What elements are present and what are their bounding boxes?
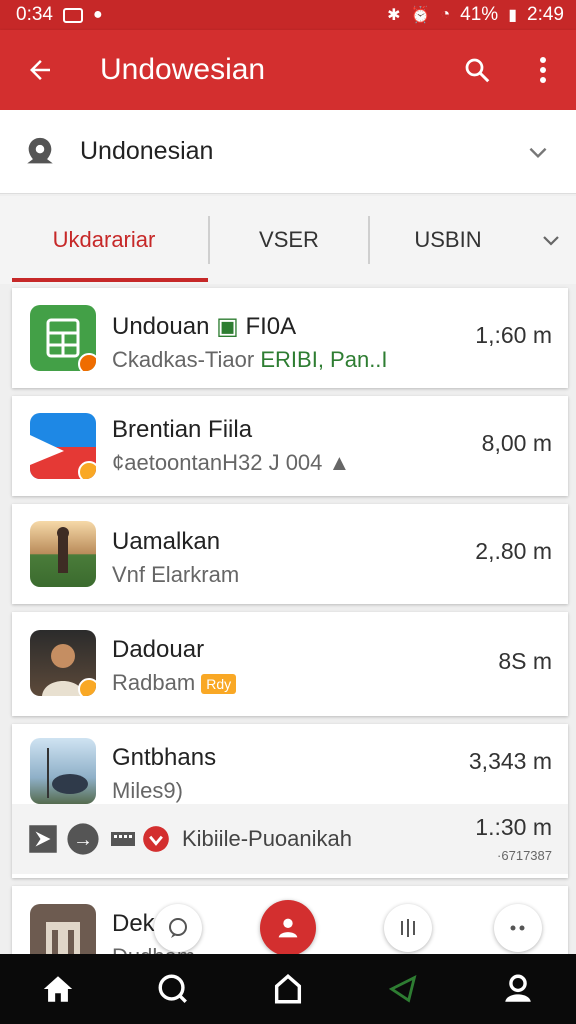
- item-name: Uamalkan: [112, 528, 221, 555]
- nav-home[interactable]: [28, 959, 88, 1019]
- chat-bubble-icon: [169, 918, 187, 938]
- person-icon: [278, 918, 298, 938]
- person-photo: [30, 630, 96, 696]
- list-item[interactable]: Undouan ▣ FI0A Ckadkas-Tiaor ERIBI, Pan.…: [12, 288, 568, 388]
- tab-label: Ukdarariar: [52, 227, 156, 252]
- tab-label: VSER: [259, 227, 319, 252]
- place-photo: [30, 738, 96, 804]
- item-subtitle: ¢aetoontanH32 J 004 ▲: [112, 450, 350, 476]
- item-distance: 8,00 m: [481, 430, 552, 456]
- item-subtitle-a: Radbam: [112, 670, 196, 695]
- badge-icon: [78, 678, 96, 696]
- warning-icon: ▲: [328, 450, 351, 475]
- item-name: Gntbhans: [112, 744, 217, 771]
- item-distance: 2,.80 m: [475, 538, 552, 564]
- badge-icon: [78, 461, 96, 479]
- arrow-back-icon: [30, 60, 50, 80]
- app-thumbnail: [30, 305, 96, 371]
- place-photo: [30, 521, 96, 587]
- transit-icon: →: [67, 823, 99, 855]
- location-selector[interactable]: Undonesian: [0, 110, 576, 194]
- tabs-more-button[interactable]: [526, 196, 576, 284]
- search-icon: [465, 58, 490, 83]
- chevron-down-icon: [543, 236, 559, 246]
- photo-icon: [62, 7, 83, 23]
- nav-search[interactable]: [143, 959, 203, 1019]
- item-subtitle-b: ERIBI, Pan..I: [260, 347, 388, 372]
- directions-icon: [29, 825, 57, 853]
- alarm-icon: ⏰: [410, 7, 431, 24]
- nav-profile[interactable]: [488, 959, 548, 1019]
- monument-icon: [57, 527, 69, 573]
- app-bar: Undowesian: [0, 30, 576, 110]
- list-item[interactable]: Dadouar Radbam Rdy 8S m: [12, 612, 568, 716]
- nav-saved[interactable]: [258, 959, 318, 1019]
- profile-fab-button[interactable]: [260, 900, 316, 956]
- transit-distance: 1.:30 m: [475, 814, 552, 840]
- location-pin-icon: [27, 137, 53, 163]
- list-item[interactable]: Gntbhans Miles9) 3,343 m → Kibiile-Puoan…: [12, 724, 568, 878]
- badge-icon: [78, 353, 96, 371]
- item-subtitle: Miles9): [112, 778, 183, 803]
- transit-row[interactable]: → Kibiile-Puoanikah 1.:30 m ·6717387: [12, 804, 568, 874]
- tab-ukdarariar[interactable]: Ukdarariar: [0, 196, 208, 284]
- page-title: Undowesian: [100, 53, 266, 86]
- bottom-nav-bar: [0, 954, 576, 1024]
- item-subtitle: Vnf Elarkram: [112, 562, 240, 587]
- tab-bar: Ukdarariar VSER USBIN: [0, 196, 576, 284]
- app-thumbnail: [30, 413, 96, 479]
- item-distance: 8S m: [498, 648, 552, 674]
- overflow-menu-button[interactable]: [510, 30, 576, 110]
- status-chip: Rdy: [201, 674, 237, 695]
- back-button[interactable]: [0, 30, 80, 110]
- list-item[interactable]: Brentian Fiila ¢aetoontanH32 J 004 ▲ 8,0…: [12, 396, 568, 496]
- heart-location-icon: [143, 826, 169, 852]
- item-distance: 3,343 m: [468, 748, 552, 774]
- tab-usbin[interactable]: USBIN: [370, 196, 526, 284]
- item-name-suffix: FI0A: [245, 313, 297, 340]
- notification-icon: ●: [92, 6, 103, 23]
- search-icon: [158, 974, 187, 1003]
- bluetooth-icon: ✱: [387, 7, 401, 24]
- transit-subtext: ·6717387: [497, 848, 552, 863]
- item-name: Brentian Fiila: [112, 416, 253, 443]
- item-subtitle-a: Ckadkas-Tiaor: [112, 347, 255, 372]
- account-icon: [505, 974, 532, 1002]
- keyboard-icon: [111, 832, 135, 846]
- svg-text:→: →: [73, 829, 93, 851]
- more-options-button[interactable]: [494, 904, 542, 952]
- list-item[interactable]: Uamalkan Vnf Elarkram 2,.80 m: [12, 504, 568, 604]
- tab-label: USBIN: [414, 227, 482, 252]
- tree-icon: [47, 748, 88, 798]
- navigation-icon: [389, 975, 417, 1003]
- tab-vser[interactable]: VSER: [210, 196, 368, 284]
- search-button[interactable]: [444, 30, 510, 110]
- wifi-icon: ◔: [440, 6, 451, 23]
- bookmark-icon: [274, 973, 302, 1004]
- floating-actions: [0, 900, 576, 960]
- more-horiz-icon: [510, 925, 525, 931]
- nav-navigate[interactable]: [373, 959, 433, 1019]
- item-distance: 1,:60 m: [475, 322, 552, 348]
- item-subtitle: Radbam Rdy: [112, 670, 237, 696]
- item-name-text: Undouan: [112, 313, 210, 340]
- item-name: Dadouar: [112, 636, 205, 663]
- item-subtitle: Ckadkas-Tiaor ERIBI, Pan..I: [112, 347, 388, 373]
- equalizer-button[interactable]: [384, 904, 432, 952]
- item-name: Undouan ▣ FI0A: [112, 312, 388, 341]
- equalizer-icon: [401, 919, 415, 937]
- home-icon: [43, 976, 72, 1002]
- status-time-right: 2:49: [527, 4, 564, 25]
- more-vert-icon: [540, 57, 546, 83]
- location-label: Undonesian: [80, 137, 214, 165]
- verified-icon: ▣: [216, 313, 239, 340]
- status-time-left: 0:34: [16, 4, 53, 25]
- chat-button[interactable]: [154, 904, 202, 952]
- battery-icon: ▮: [508, 7, 518, 24]
- chevron-down-icon: [529, 147, 547, 158]
- item-subtitle-a: ¢aetoontanH32 J 004: [112, 450, 323, 475]
- status-bar: 0:34 ● ✱ ⏰ ◔ 41% ▮ 2:49: [0, 0, 576, 30]
- battery-level: 41%: [460, 4, 499, 25]
- transit-label: Kibiile-Puoanikah: [182, 826, 352, 851]
